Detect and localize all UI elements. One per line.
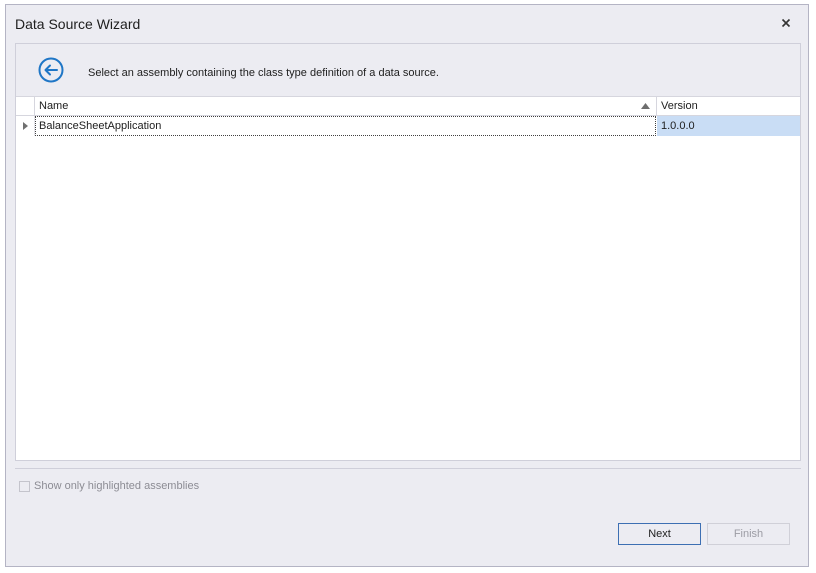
grid-header: Name Version (16, 96, 800, 116)
show-highlighted-checkbox[interactable] (19, 480, 30, 492)
assembly-grid: Name Version BalanceSheetApplication 1.0… (16, 96, 800, 460)
back-button[interactable] (38, 57, 64, 83)
row-indicator-header (16, 97, 35, 116)
wizard-content: Select an assembly containing the class … (15, 43, 801, 461)
close-button[interactable] (778, 15, 794, 31)
show-highlighted-label: Show only highlighted assemblies (34, 480, 200, 492)
wizard-header: Select an assembly containing the class … (16, 44, 800, 96)
expand-triangle-icon (23, 122, 28, 130)
table-row[interactable]: BalanceSheetApplication 1.0.0.0 (16, 116, 800, 136)
back-arrow-icon (38, 57, 64, 83)
column-header-name-label: Name (39, 100, 69, 112)
cell-assembly-version[interactable]: 1.0.0.0 (657, 116, 800, 136)
finish-button[interactable]: Finish (707, 523, 790, 545)
column-header-version[interactable]: Version (657, 97, 800, 116)
column-header-version-label: Version (661, 100, 698, 112)
row-expand-button[interactable] (16, 116, 35, 136)
wizard-window: Data Source Wizard Select an assembly co… (5, 4, 809, 567)
cell-assembly-name[interactable]: BalanceSheetApplication (35, 116, 656, 136)
title-bar: Data Source Wizard (6, 5, 808, 43)
next-button[interactable]: Next (618, 523, 701, 545)
show-highlighted-option[interactable]: Show only highlighted assemblies (19, 479, 199, 493)
column-header-name[interactable]: Name (35, 97, 657, 116)
sort-ascending-icon (641, 103, 650, 109)
divider (15, 468, 801, 469)
close-icon (781, 18, 791, 28)
window-title: Data Source Wizard (15, 16, 141, 32)
instruction-text: Select an assembly containing the class … (88, 67, 439, 79)
